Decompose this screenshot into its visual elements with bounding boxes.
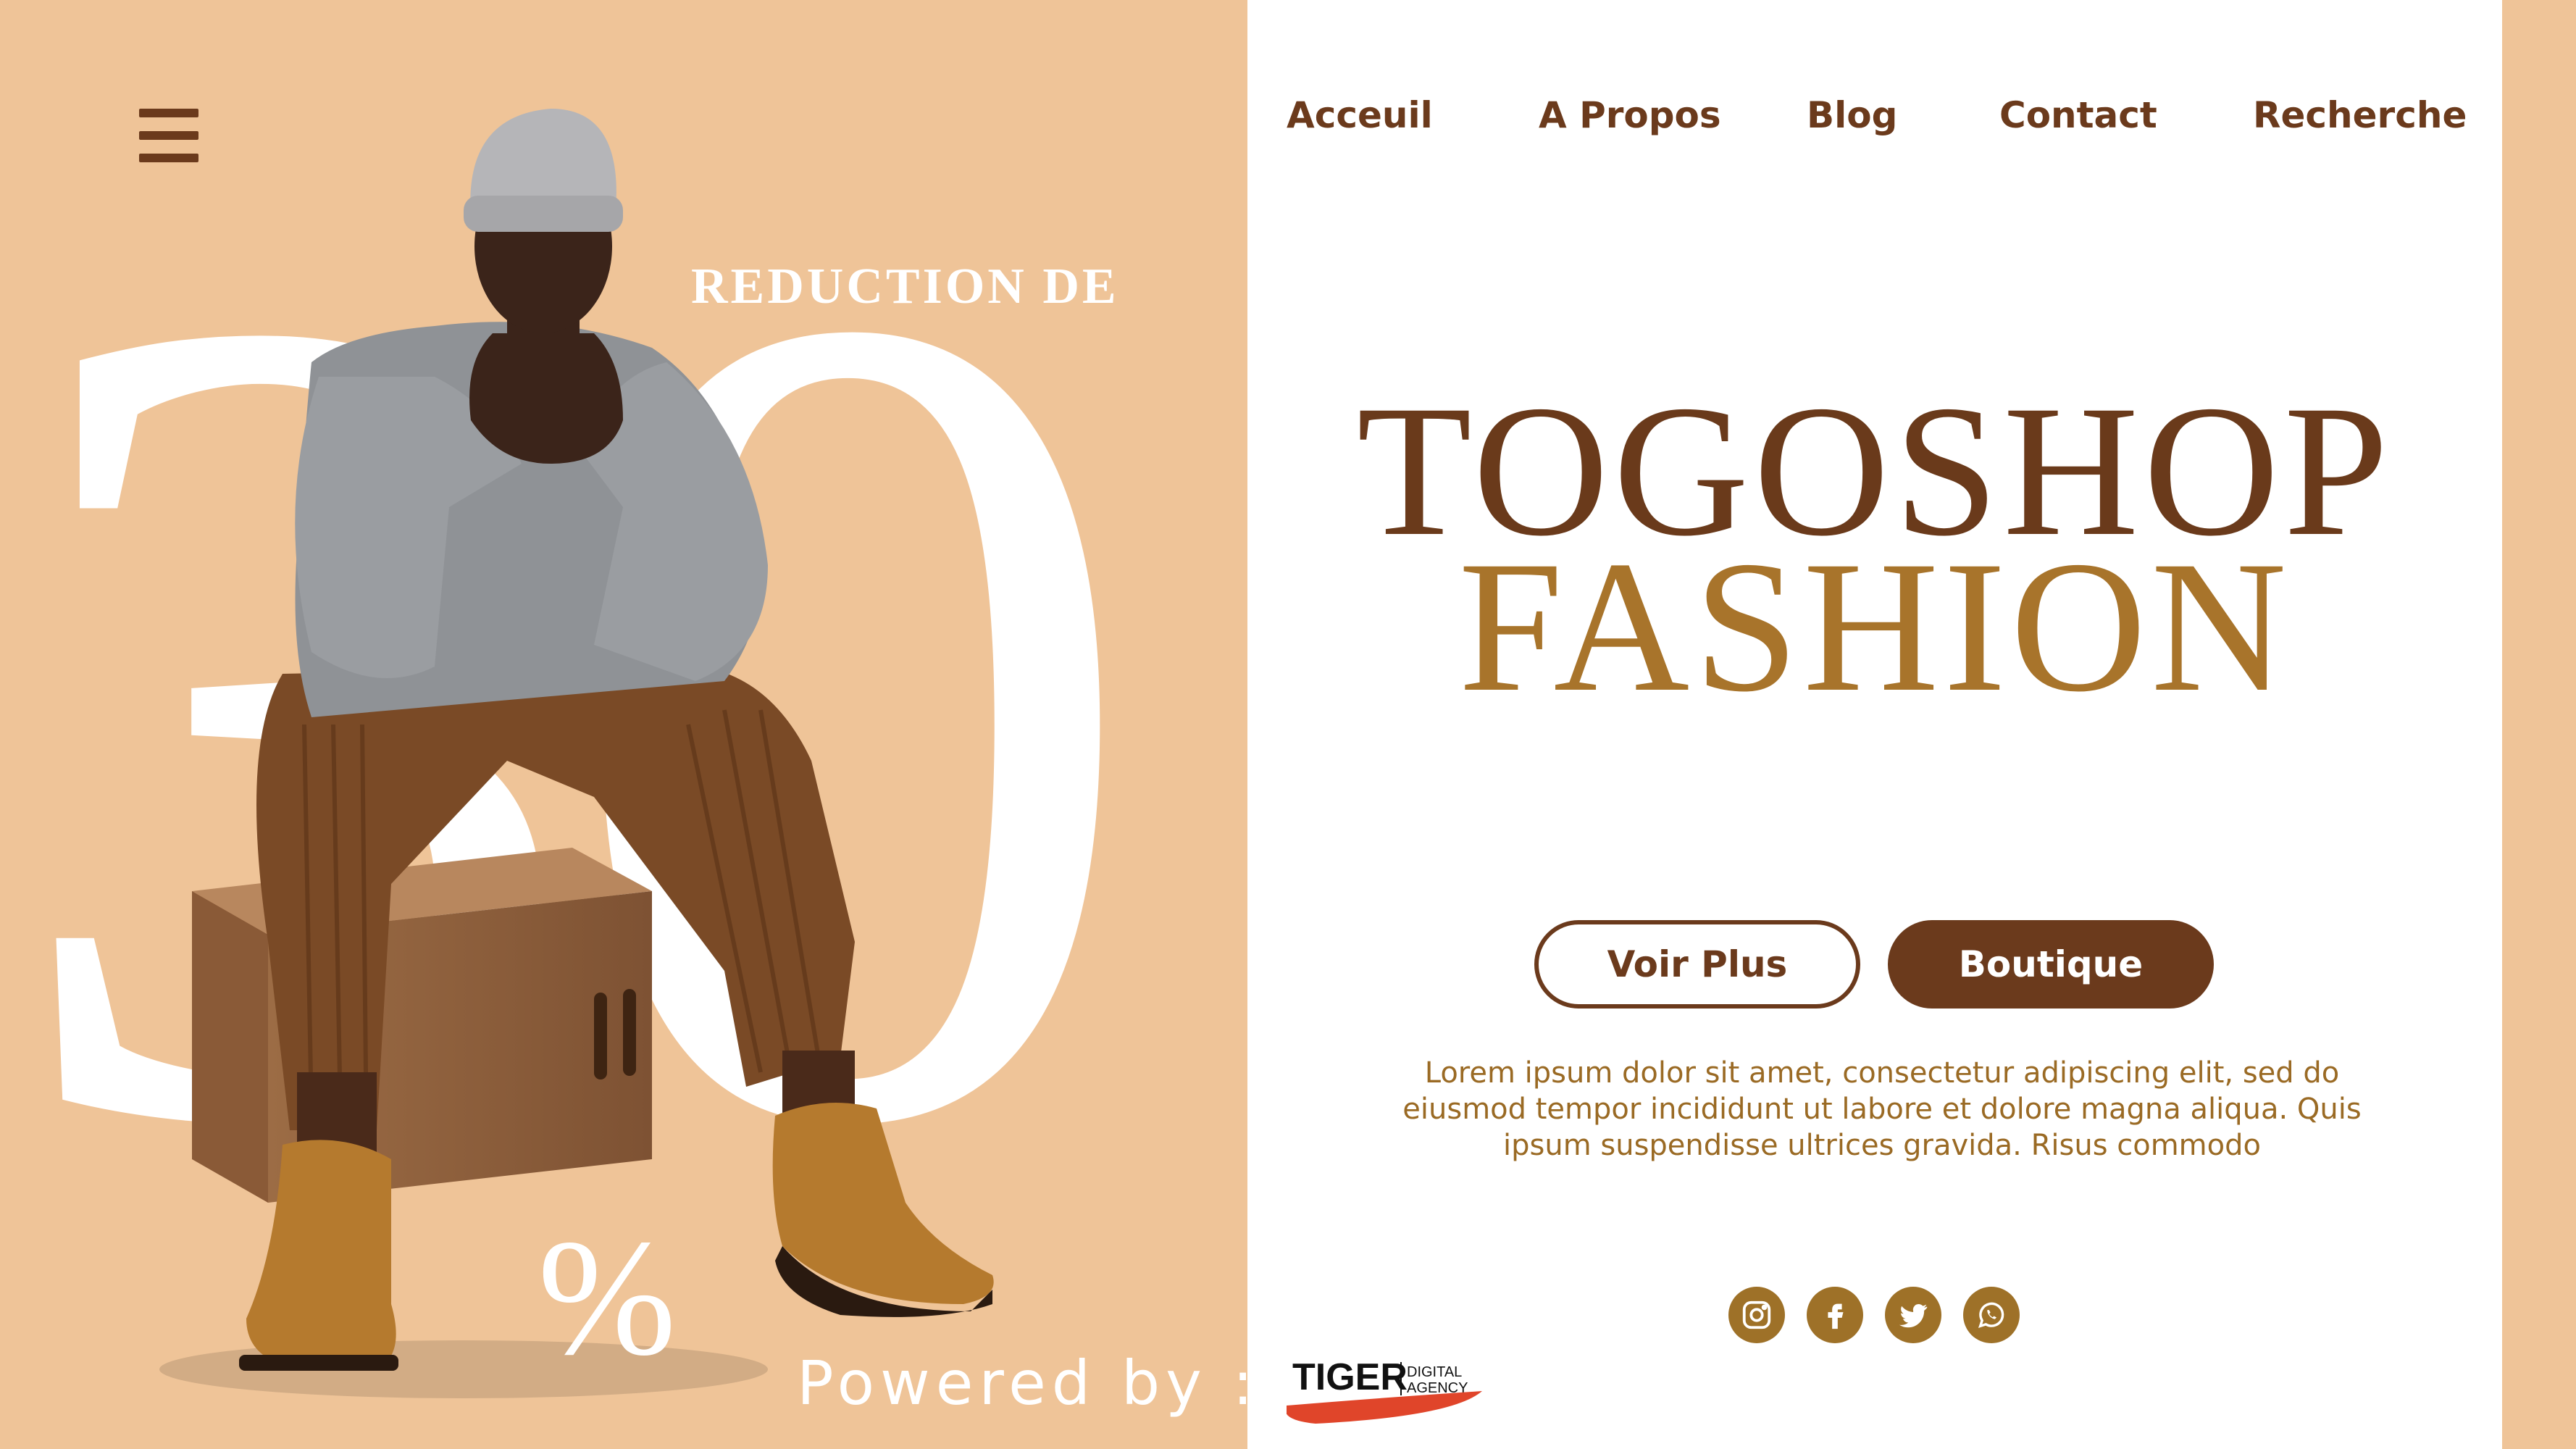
voir-plus-button[interactable]: Voir Plus [1534, 920, 1860, 1009]
svg-text:DIGITAL: DIGITAL [1407, 1364, 1462, 1380]
nav-item-recherche[interactable]: Recherche [2253, 94, 2467, 136]
svg-text:TIGER: TIGER [1292, 1356, 1408, 1398]
social-links [1728, 1287, 2020, 1343]
nav-item-contact[interactable]: Contact [1999, 94, 2157, 136]
facebook-icon[interactable] [1807, 1287, 1863, 1343]
side-strip [2502, 0, 2576, 1449]
description-text: Lorem ipsum dolor sit amet, consectetur … [1402, 1056, 2362, 1162]
nav-item-a-propos[interactable]: A Propos [1539, 94, 1721, 136]
nav-item-acceuil[interactable]: Acceuil [1287, 94, 1433, 136]
hero-panel: Acceuil A Propos Blog Contact Recherche … [1247, 0, 2502, 1449]
nav-item-blog[interactable]: Blog [1807, 94, 1897, 136]
percent-sign: % [538, 1205, 677, 1390]
top-nav: Acceuil A Propos Blog Contact Recherche [1247, 94, 2502, 152]
reduction-heading: REDUCTION DE [691, 259, 1119, 314]
twitter-icon[interactable] [1885, 1287, 1941, 1343]
whatsapp-icon[interactable] [1963, 1287, 2020, 1343]
tiger-agency-logo: TIGER DIGITAL AGENCY [1287, 1356, 1482, 1424]
promo-panel: 30 [0, 0, 1247, 1449]
powered-by-label: Powered by : [797, 1348, 1247, 1419]
boutique-button[interactable]: Boutique [1888, 920, 2214, 1009]
brand-subtitle: FASHION [1458, 522, 2291, 731]
instagram-icon[interactable] [1728, 1287, 1785, 1343]
